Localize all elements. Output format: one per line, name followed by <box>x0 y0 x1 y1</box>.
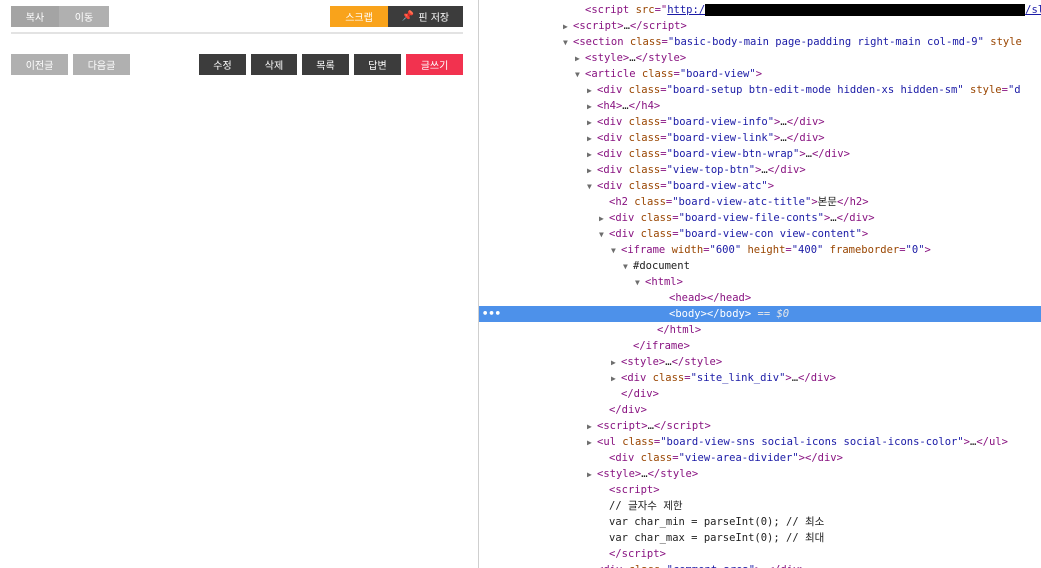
dom-node[interactable]: ▶ <script>…</script> <box>479 418 1041 434</box>
collapse-arrow-icon[interactable]: ▶ <box>587 419 597 435</box>
dom-node[interactable]: <script> <box>479 482 1041 498</box>
dom-node[interactable]: ▶ <style>…</style> <box>479 466 1041 482</box>
pin-icon: 📌 <box>401 11 415 22</box>
collapse-arrow-icon[interactable]: ▶ <box>587 467 597 483</box>
dom-node[interactable]: ▶ <script>…</script> <box>479 18 1041 34</box>
collapse-arrow-icon[interactable]: ▶ <box>587 131 597 147</box>
collapse-arrow-icon[interactable]: ▶ <box>587 163 597 179</box>
dom-node[interactable]: </iframe> <box>479 338 1041 354</box>
list-button[interactable]: 목록 <box>302 54 349 75</box>
dom-node[interactable]: ▼ <article class="board-view"> <box>479 66 1041 82</box>
collapse-arrow-icon[interactable]: ▶ <box>563 19 573 35</box>
expand-arrow-icon[interactable]: ▼ <box>635 275 645 291</box>
dom-node[interactable]: <head></head> <box>479 290 1041 306</box>
dom-node[interactable]: ▼ <div class="board-view-con view-content… <box>479 226 1041 242</box>
move-button[interactable]: 이동 <box>59 6 109 27</box>
collapse-arrow-icon[interactable]: ▶ <box>587 115 597 131</box>
board-page: 복사 이동 스크랩 📌 핀 저장 이전글 다음글 수정 삭제 목록 답변 글쓰기 <box>0 0 478 568</box>
expand-arrow-icon[interactable]: ▼ <box>563 35 573 51</box>
collapse-arrow-icon[interactable]: ▶ <box>611 355 621 371</box>
delete-button[interactable]: 삭제 <box>251 54 297 75</box>
dom-node[interactable]: ▶ <style>…</style> <box>479 354 1041 370</box>
dom-node[interactable]: ▼ <div class="board-view-atc"> <box>479 178 1041 194</box>
dom-node[interactable]: ▼ #document <box>479 258 1041 274</box>
collapse-arrow-icon[interactable]: ▶ <box>587 99 597 115</box>
expand-arrow-icon[interactable]: ▼ <box>575 67 585 83</box>
dom-node[interactable]: </div> <box>479 402 1041 418</box>
dom-node[interactable]: ▶ <div class="board-view-btn-wrap">…</div… <box>479 146 1041 162</box>
expand-arrow-icon[interactable]: ▼ <box>599 227 609 243</box>
devtools-elements-panel: <script src="http://sl ▶ <script>…</script… <box>479 0 1041 568</box>
dom-node[interactable]: ▼ <section class="basic-body-main page-pa… <box>479 34 1041 50</box>
dom-node[interactable]: </div> <box>479 386 1041 402</box>
dom-node[interactable]: </html> <box>479 322 1041 338</box>
dom-node[interactable]: ▶ <div class="board-view-link">…</div> <box>479 130 1041 146</box>
dom-node-selected[interactable]: ••• <body></body> == $0 <box>479 306 1041 322</box>
selected-node-suffix: == $0 <box>757 308 790 320</box>
expand-arrow-icon[interactable]: ▼ <box>611 243 621 259</box>
dom-node[interactable]: ▼ <html> <box>479 274 1041 290</box>
collapse-arrow-icon[interactable]: ▶ <box>587 83 597 99</box>
next-post-button[interactable]: 다음글 <box>73 54 130 75</box>
write-button[interactable]: 글쓰기 <box>406 54 463 75</box>
dom-node[interactable]: ▶ <h4>…</h4> <box>479 98 1041 114</box>
expand-arrow-icon[interactable]: ▼ <box>623 259 633 275</box>
dom-node[interactable]: ▼ <iframe width="600" height="400" frameb… <box>479 242 1041 258</box>
dom-node[interactable]: // 글자수 제한 <box>479 498 1041 514</box>
expand-arrow-icon[interactable]: ▼ <box>587 179 597 195</box>
collapse-arrow-icon[interactable]: ▶ <box>587 563 597 568</box>
dom-node[interactable]: ▶ <div class="site_link_div">…</div> <box>479 370 1041 386</box>
prev-post-button[interactable]: 이전글 <box>11 54 68 75</box>
dom-node[interactable]: ▶<div class="comment-area">…</div> <box>479 562 1041 568</box>
dom-node[interactable]: ▶ <div class="board-view-file-conts">…</d… <box>479 210 1041 226</box>
scrap-button[interactable]: 스크랩 <box>330 6 388 27</box>
dom-node[interactable]: ▶ <style>…</style> <box>479 50 1041 66</box>
collapse-arrow-icon[interactable]: ▶ <box>599 211 609 227</box>
edit-button[interactable]: 수정 <box>199 54 246 75</box>
collapse-arrow-icon[interactable]: ▶ <box>575 51 585 67</box>
dom-node[interactable]: ▶ <div class="board-setup btn-edit-mode h… <box>479 82 1041 98</box>
collapse-arrow-icon[interactable]: ▶ <box>611 371 621 387</box>
collapse-arrow-icon[interactable]: ▶ <box>587 147 597 163</box>
pin-save-label: 핀 저장 <box>418 13 450 24</box>
collapse-arrow-icon[interactable]: ▶ <box>587 435 597 451</box>
pin-save-button[interactable]: 📌 핀 저장 <box>388 6 463 27</box>
dom-node[interactable]: var char_min = parseInt(0); // 최소 <box>479 514 1041 530</box>
copy-button[interactable]: 복사 <box>11 6 59 27</box>
dom-node[interactable]: ▶ <div class="board-view-info">…</div> <box>479 114 1041 130</box>
dom-node[interactable]: <div class="view-area-divider"></div> <box>479 450 1041 466</box>
dom-node[interactable]: var char_max = parseInt(0); // 최대 <box>479 530 1041 546</box>
more-options-icon[interactable]: ••• <box>482 306 501 322</box>
top-divider <box>11 32 463 34</box>
dom-node[interactable]: ▶ <ul class="board-view-sns social-icons … <box>479 434 1041 450</box>
dom-node[interactable]: <h2 class="board-view-atc-title">본문</h2> <box>479 194 1041 210</box>
reply-button[interactable]: 답변 <box>354 54 401 75</box>
dom-node[interactable]: </script> <box>479 546 1041 562</box>
dom-node[interactable]: ▶ <div class="view-top-btn">…</div> <box>479 162 1041 178</box>
dom-node[interactable]: <script src="http://sl <box>479 2 1041 18</box>
